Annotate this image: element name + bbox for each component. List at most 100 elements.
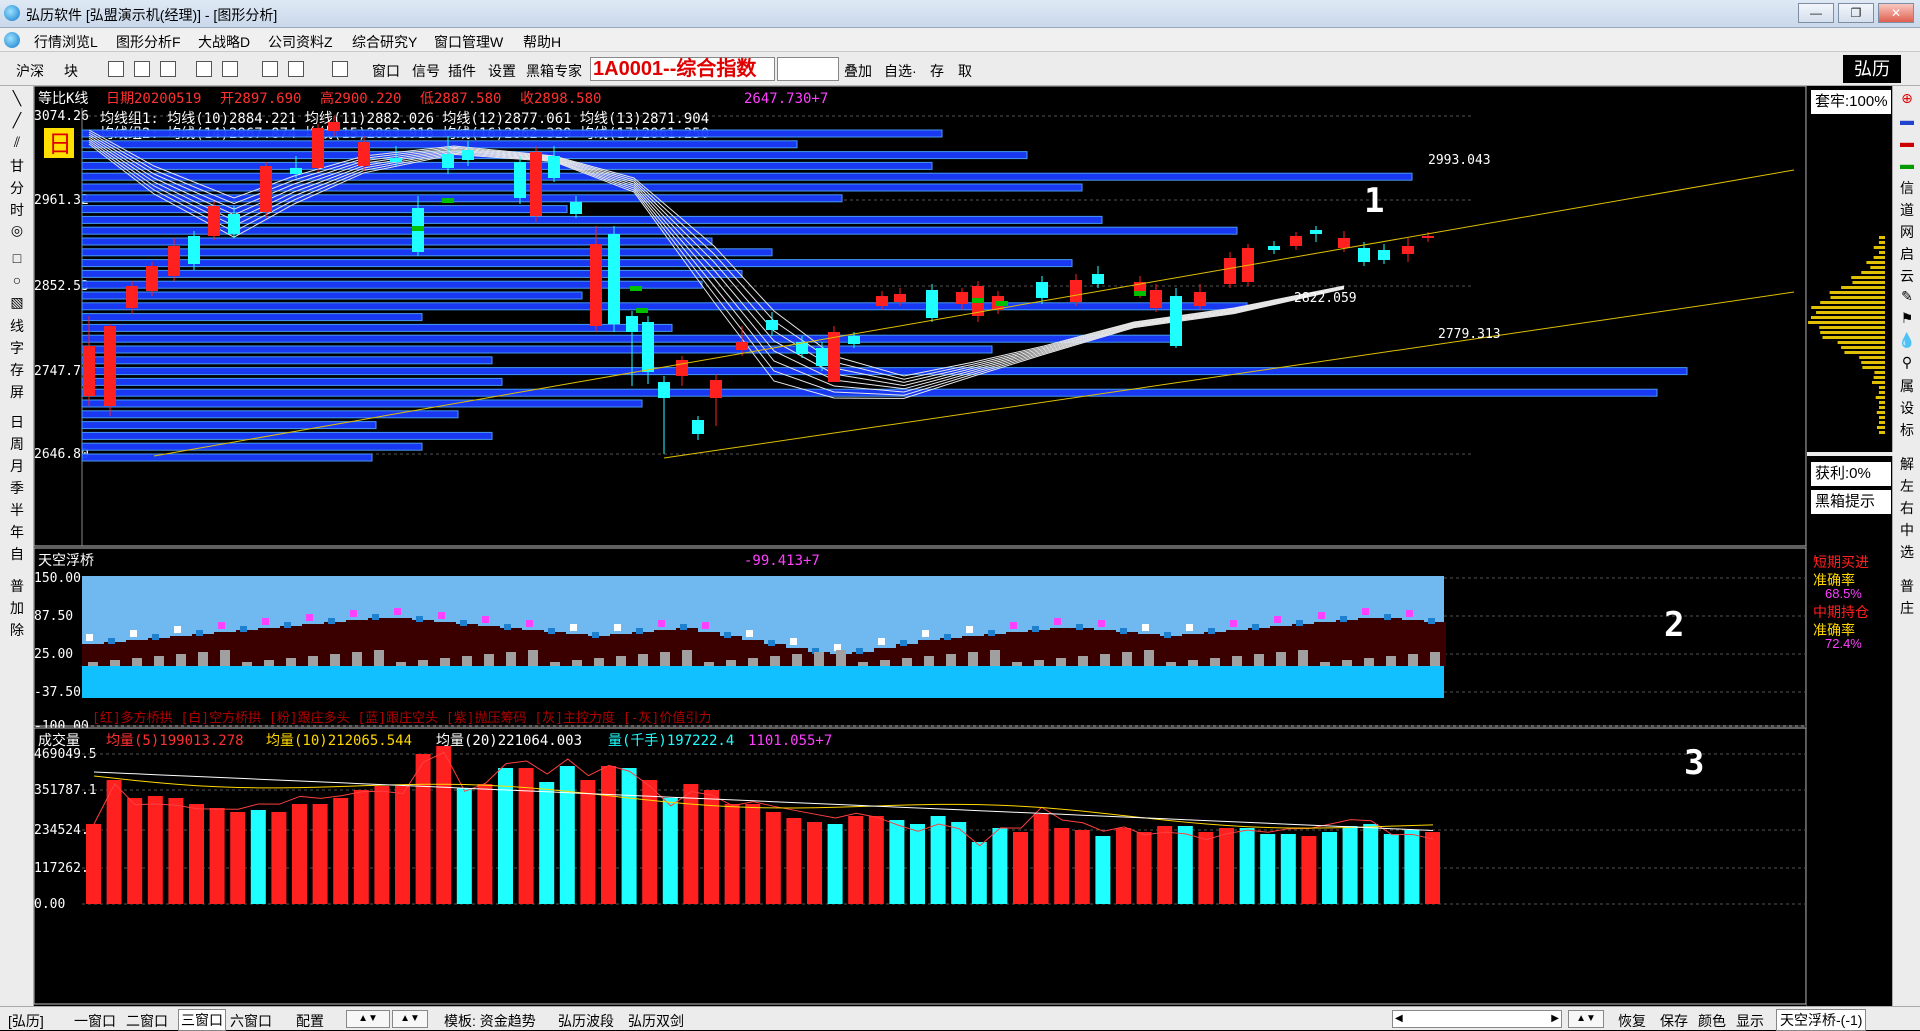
left-tool-9[interactable]: ▧ bbox=[0, 294, 34, 311]
right-tool-15[interactable]: 标 bbox=[1893, 420, 1920, 440]
calculator-icon[interactable] bbox=[108, 61, 124, 77]
color-button[interactable]: 颜色 bbox=[1698, 1011, 1726, 1031]
left-tool-5[interactable]: 时 bbox=[0, 200, 34, 220]
horizontal-scrollbar[interactable]: ◀ ▶ bbox=[1392, 1010, 1562, 1028]
chart-canvas[interactable]: 等比K线 日期20200519 开2897.690 高2900.220 低288… bbox=[33, 85, 1807, 1006]
left-tool-10[interactable]: 线 bbox=[0, 316, 34, 336]
tb-window[interactable]: 窗口 bbox=[372, 61, 400, 81]
tb-overlay[interactable]: 叠加 bbox=[844, 61, 872, 81]
right-tool-10[interactable]: ⚑ bbox=[1893, 310, 1920, 327]
draw-line-icon[interactable] bbox=[262, 61, 278, 77]
folder-icon[interactable] bbox=[196, 61, 212, 77]
left-tool-3[interactable]: 甘 bbox=[0, 156, 34, 176]
right-tool-0[interactable]: ⊕ bbox=[1893, 90, 1920, 107]
scroll-right-icon[interactable]: ▶ bbox=[1551, 1011, 1559, 1027]
tb-block[interactable]: 块 bbox=[64, 61, 78, 81]
stock-code-input[interactable]: 1A0001--综合指数 bbox=[590, 57, 775, 81]
left-tool-2[interactable]: ⫽ bbox=[0, 134, 34, 151]
right-tool-9[interactable]: ✎ bbox=[1893, 288, 1920, 305]
tb-load[interactable]: 取 bbox=[958, 61, 972, 81]
right-tool-21[interactable]: 普 bbox=[1893, 576, 1920, 596]
left-tool-18[interactable]: 半 bbox=[0, 500, 34, 520]
restore-button-status[interactable]: 恢复 bbox=[1618, 1011, 1646, 1031]
kline-panel[interactable]: 等比K线 日期20200519 开2897.690 高2900.220 低288… bbox=[33, 85, 1807, 547]
right-tool-17[interactable]: 左 bbox=[1893, 476, 1920, 496]
status-brand[interactable]: [弘历] bbox=[8, 1011, 44, 1031]
right-tool-19[interactable]: 中 bbox=[1893, 520, 1920, 540]
template-fund-trend[interactable]: 模板: 资金趋势 bbox=[444, 1011, 536, 1031]
tb-blackbox-expert[interactable]: 黑箱专家 bbox=[526, 61, 582, 81]
chart-icon[interactable] bbox=[160, 61, 176, 77]
right-tool-22[interactable]: 庄 bbox=[1893, 598, 1920, 618]
left-tool-1[interactable]: ╱ bbox=[0, 112, 34, 129]
restore-button[interactable]: ❐ bbox=[1838, 3, 1874, 23]
close-button[interactable]: ✕ bbox=[1878, 3, 1914, 23]
bridge-panel[interactable]: 天空浮桥 -99.413+7 150.0087.5025.00-37.50-10… bbox=[33, 547, 1807, 734]
menu-grand-strategy[interactable]: 大战略D bbox=[198, 32, 250, 52]
one-window-tab[interactable]: 一窗口 bbox=[74, 1011, 116, 1031]
left-tool-19[interactable]: 年 bbox=[0, 522, 34, 542]
draw-curve-icon[interactable] bbox=[288, 61, 304, 77]
tb-save[interactable]: 存 bbox=[930, 61, 944, 81]
right-tool-11[interactable]: 💧 bbox=[1893, 332, 1920, 349]
right-tool-7[interactable]: 启 bbox=[1893, 244, 1920, 264]
spinner-2[interactable]: ▲▼ bbox=[392, 1010, 428, 1028]
six-window-tab[interactable]: 六窗口 bbox=[230, 1011, 272, 1031]
grid-icon[interactable] bbox=[134, 61, 150, 77]
blackbox-hint-button[interactable]: 黑箱提示 bbox=[1811, 490, 1891, 514]
left-tool-17[interactable]: 季 bbox=[0, 478, 34, 498]
scroll-left-icon[interactable]: ◀ bbox=[1395, 1011, 1403, 1027]
right-tool-3[interactable]: ▬ bbox=[1893, 156, 1920, 172]
chart-area[interactable]: 等比K线 日期20200519 开2897.690 高2900.220 低288… bbox=[33, 85, 1807, 1010]
tb-settings[interactable]: 设置 bbox=[488, 61, 516, 81]
left-tool-20[interactable]: 自 bbox=[0, 544, 34, 564]
right-tool-5[interactable]: 道 bbox=[1893, 200, 1920, 220]
left-tool-23[interactable]: 除 bbox=[0, 620, 34, 640]
right-tool-8[interactable]: 云 bbox=[1893, 266, 1920, 286]
save-button-status[interactable]: 保存 bbox=[1660, 1011, 1688, 1031]
pen-icon[interactable] bbox=[222, 61, 238, 77]
left-tool-7[interactable]: □ bbox=[0, 250, 34, 266]
template-double-sword[interactable]: 弘历双剑 bbox=[628, 1011, 684, 1031]
right-tool-20[interactable]: 选 bbox=[1893, 542, 1920, 562]
config-button[interactable]: 配置 bbox=[296, 1011, 324, 1031]
tb-plugin[interactable]: 插件 bbox=[448, 61, 476, 81]
two-window-tab[interactable]: 二窗口 bbox=[126, 1011, 168, 1031]
tb-signal[interactable]: 信号 bbox=[412, 61, 440, 81]
display-button[interactable]: 显示 bbox=[1736, 1011, 1764, 1031]
right-tool-16[interactable]: 解 bbox=[1893, 454, 1920, 474]
menu-chart-analysis[interactable]: 图形分析F bbox=[116, 32, 181, 52]
right-tool-1[interactable]: ▬ bbox=[1893, 112, 1920, 128]
menu-company-info[interactable]: 公司资料Z bbox=[268, 32, 333, 52]
right-tool-6[interactable]: 网 bbox=[1893, 222, 1920, 242]
left-tool-14[interactable]: 日 bbox=[0, 412, 34, 432]
menu-window-manage[interactable]: 窗口管理W bbox=[434, 32, 503, 52]
left-tool-6[interactable]: ◎ bbox=[0, 222, 34, 239]
left-tool-4[interactable]: 分 bbox=[0, 178, 34, 198]
menu-help[interactable]: 帮助H bbox=[523, 32, 561, 52]
spinner-1[interactable]: ▲▼ bbox=[346, 1010, 390, 1028]
left-tool-16[interactable]: 月 bbox=[0, 456, 34, 476]
menu-market-browse[interactable]: 行情浏览L bbox=[34, 32, 98, 52]
left-tool-15[interactable]: 周 bbox=[0, 434, 34, 454]
right-tool-2[interactable]: ▬ bbox=[1893, 134, 1920, 150]
tb-shanghai-shenzhen[interactable]: 沪深 bbox=[16, 61, 44, 81]
right-tool-12[interactable]: ⚲ bbox=[1893, 354, 1920, 371]
right-tool-18[interactable]: 右 bbox=[1893, 498, 1920, 518]
menu-research[interactable]: 综合研究Y bbox=[352, 32, 417, 52]
left-tool-22[interactable]: 加 bbox=[0, 598, 34, 618]
right-tool-14[interactable]: 设 bbox=[1893, 398, 1920, 418]
left-tool-21[interactable]: 普 bbox=[0, 576, 34, 596]
minimize-button[interactable]: — bbox=[1798, 3, 1834, 23]
left-tool-8[interactable]: ○ bbox=[0, 272, 34, 288]
spinner-3[interactable]: ▲▼ bbox=[1568, 1010, 1604, 1028]
volume-panel[interactable]: 成交量 均量(5)199013.278 均量(10)212065.544 均量(… bbox=[33, 727, 1807, 1005]
fit-icon[interactable] bbox=[332, 61, 348, 77]
tb-watchlist[interactable]: 自选· bbox=[884, 61, 917, 81]
left-tool-0[interactable]: ╲ bbox=[0, 90, 34, 107]
stock-code-extra-field[interactable] bbox=[777, 57, 839, 81]
left-tool-12[interactable]: 存 bbox=[0, 360, 34, 380]
left-tool-11[interactable]: 字 bbox=[0, 338, 34, 358]
template-band[interactable]: 弘历波段 bbox=[558, 1011, 614, 1031]
right-tool-13[interactable]: 属 bbox=[1893, 376, 1920, 396]
